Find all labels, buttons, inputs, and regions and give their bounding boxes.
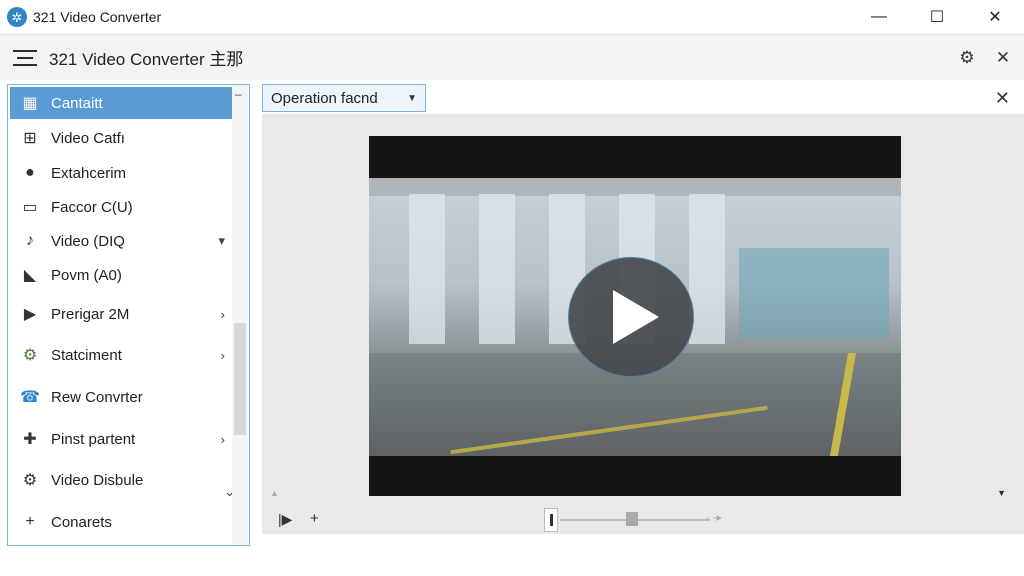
add-icon[interactable]: + [310,510,319,527]
info-icon: ● [25,164,35,181]
sidebar-item-video-catfi[interactable]: ⊞ Video Catfı [10,122,239,154]
gear-icon: ⚙ [22,472,38,489]
scroll-down-icon[interactable]: ▼ [997,488,1006,498]
close-icon: ✕ [988,9,1002,26]
close-panel-icon[interactable]: ✕ [995,88,1010,109]
sidebar-item-label: Conarets [51,513,112,531]
sidebar-item-label: Cantaitt [51,94,103,112]
sidebar-item-label: Prerigar 2M [51,305,130,323]
playback-controls: |▶ + - -▸ [262,506,1024,534]
chevron-right-icon: › [220,347,225,363]
seek-thumb[interactable] [626,512,638,526]
menu-icon[interactable] [13,49,37,66]
sidebar-item-label: Rew Convrter [51,388,143,406]
sidebar-item-label: Video Disbule [51,471,144,489]
play-pause-icon[interactable]: |▶ [278,511,292,528]
window-titlebar: ✲ 321 Video Converter — ☐ ✕ [0,0,1024,34]
minimize-button[interactable]: — [850,0,908,34]
sidebar-item-video-disbule[interactable]: ⚙ Video Disbule ⌄ [10,464,239,500]
play-button[interactable] [568,257,694,377]
sidebar-item-cantaitt[interactable]: ▦ Cantaitt [10,87,239,119]
sidebar-item-rew-convrter[interactable]: ☎ Rew Convrter [10,381,239,413]
chevron-right-icon: › [220,431,225,447]
sidebar-item-label: Faccor C(U) [51,198,133,216]
main-panel: Operation facnd ▼ ✕ ▲ ▼ |▶ + - -▸ [262,84,1024,536]
sidebar-item-statciment[interactable]: ⚙ Statciment › [10,339,239,371]
video-grid-icon: ⊞ [23,130,37,147]
window-controls: — ☐ ✕ [850,0,1024,34]
grid-icon: ▦ [22,95,38,112]
app-title: 321 Video Converter 主那 [49,50,244,69]
sidebar-item-label: Pinst partent [51,430,136,448]
close-window-button[interactable]: ✕ [966,0,1024,34]
scroll-up-icon[interactable]: – [235,87,242,101]
window-title: 321 Video Converter [33,9,162,25]
scroll-up-icon[interactable]: ▲ [270,488,279,498]
media-icon: ◣ [23,267,37,284]
phone-icon: ☎ [20,389,40,406]
play-icon [613,290,659,344]
operation-select-value: Operation facnd [271,89,378,107]
seek-end-arrow-icon: - -▸ [706,512,722,524]
sidebar-item-video-diq[interactable]: ♪ Video (DIQ ▾ [10,225,239,257]
minimize-icon: — [871,8,887,25]
sidebar-item-extahcerim[interactable]: ● Extahcerim [10,157,239,189]
sidebar-item-label: Statciment [51,346,122,364]
sidebar-item-pinst-partent[interactable]: ✚ Pinst partent › [10,423,239,455]
maximize-icon: ☐ [929,9,945,26]
sidebar: ▦ Cantaitt ⊞ Video Catfı ● Extahcerim ▭ … [7,84,250,546]
sidebar-item-faccor[interactable]: ▭ Faccor C(U) [10,191,239,223]
sidebar-item-label: Povm (A0) [51,266,122,284]
video-player[interactable] [369,136,901,496]
sidebar-item-label: Extahcerim [51,164,127,182]
chevron-down-icon: ▾ [218,233,225,248]
mic-icon: ♪ [26,232,34,249]
close-app-icon[interactable]: ✕ [992,47,1014,69]
chevron-right-icon: › [220,306,225,322]
sidebar-item-conarets[interactable]: + Conarets [10,506,239,538]
sidebar-scrollbar[interactable]: – [232,85,248,545]
maximize-button[interactable]: ☐ [908,0,966,34]
sidebar-item-label: Video Catfı [51,129,125,147]
window-icon: ▭ [22,199,38,216]
plus-icon: + [25,513,35,530]
scrollbar-thumb[interactable] [234,323,246,435]
app-header: 321 Video Converter 主那 ⚙ ✕ [0,34,1024,80]
video-viewer: ▲ ▼ |▶ + - -▸ [262,114,1024,534]
play-box-icon: ▶ [23,306,37,323]
dropdown-caret-icon: ▼ [407,92,417,104]
plus-bold-icon: ✚ [23,431,37,448]
sidebar-item-prerigar[interactable]: ▶ Prerigar 2M › [10,298,239,330]
sidebar-item-povm[interactable]: ◣ Povm (A0) [10,259,239,291]
gear-icon: ⚙ [22,347,38,364]
trim-start-handle[interactable] [544,508,558,532]
sidebar-item-label: Video (DIQ [51,232,125,250]
settings-gear-icon[interactable]: ⚙ [956,47,978,69]
operation-select[interactable]: Operation facnd ▼ [262,84,426,112]
app-logo-icon: ✲ [7,7,27,27]
